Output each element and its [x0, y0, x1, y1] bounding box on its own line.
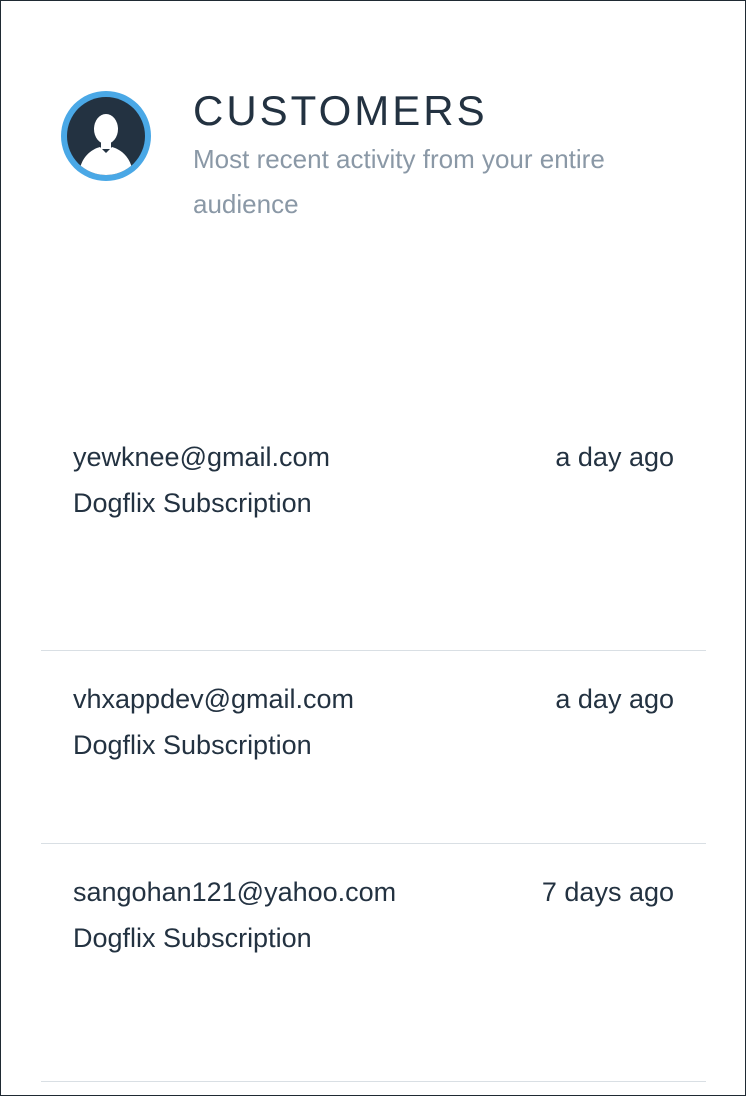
customer-activity-list: yewknee@gmail.com Dogflix Subscription a… [41, 409, 706, 1082]
list-item[interactable]: sangohan121@yahoo.com Dogflix Subscripti… [41, 844, 706, 1082]
customer-email[interactable]: sangohan121@yahoo.com [73, 874, 396, 910]
customer-product: Dogflix Subscription [73, 730, 312, 760]
customer-product: Dogflix Subscription [73, 488, 312, 518]
customers-header: CUSTOMERS Most recent activity from your… [1, 1, 745, 261]
customer-email[interactable]: vhxappdev@gmail.com [73, 681, 354, 717]
customer-email[interactable]: yewknee@gmail.com [73, 439, 330, 475]
list-item[interactable]: yewknee@gmail.com Dogflix Subscription a… [41, 409, 706, 651]
activity-time: 7 days ago [541, 877, 674, 907]
page-title: CUSTOMERS [193, 87, 488, 134]
avatar-silhouette [67, 97, 145, 175]
page-subtitle: Most recent activity from your entire au… [193, 144, 605, 219]
activity-time: a day ago [555, 684, 674, 714]
customers-card: CUSTOMERS Most recent activity from your… [0, 0, 746, 1096]
activity-time: a day ago [555, 442, 674, 472]
person-icon [79, 114, 133, 175]
customer-product: Dogflix Subscription [73, 923, 312, 953]
list-item[interactable]: vhxappdev@gmail.com Dogflix Subscription… [41, 651, 706, 844]
user-avatar-icon [61, 91, 151, 181]
